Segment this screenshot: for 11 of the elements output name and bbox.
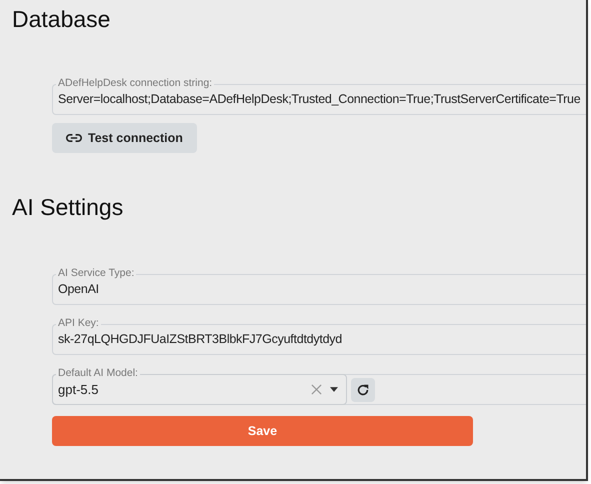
- refresh-button[interactable]: [351, 378, 375, 402]
- section-heading: Database: [12, 5, 112, 33]
- select-value: gpt-5.5: [58, 380, 100, 399]
- caret-icon[interactable]: [330, 387, 338, 392]
- refresh-icon: [356, 382, 370, 396]
- section-heading: AI Settings: [12, 193, 124, 221]
- field-label: API Key:: [56, 316, 101, 330]
- field-label: ADefHelpDesk connection string:: [56, 76, 214, 90]
- field-label: AI Service Type:: [56, 266, 136, 280]
- test-connection-button[interactable]: Test connection: [52, 123, 197, 153]
- link-icon: [66, 133, 82, 143]
